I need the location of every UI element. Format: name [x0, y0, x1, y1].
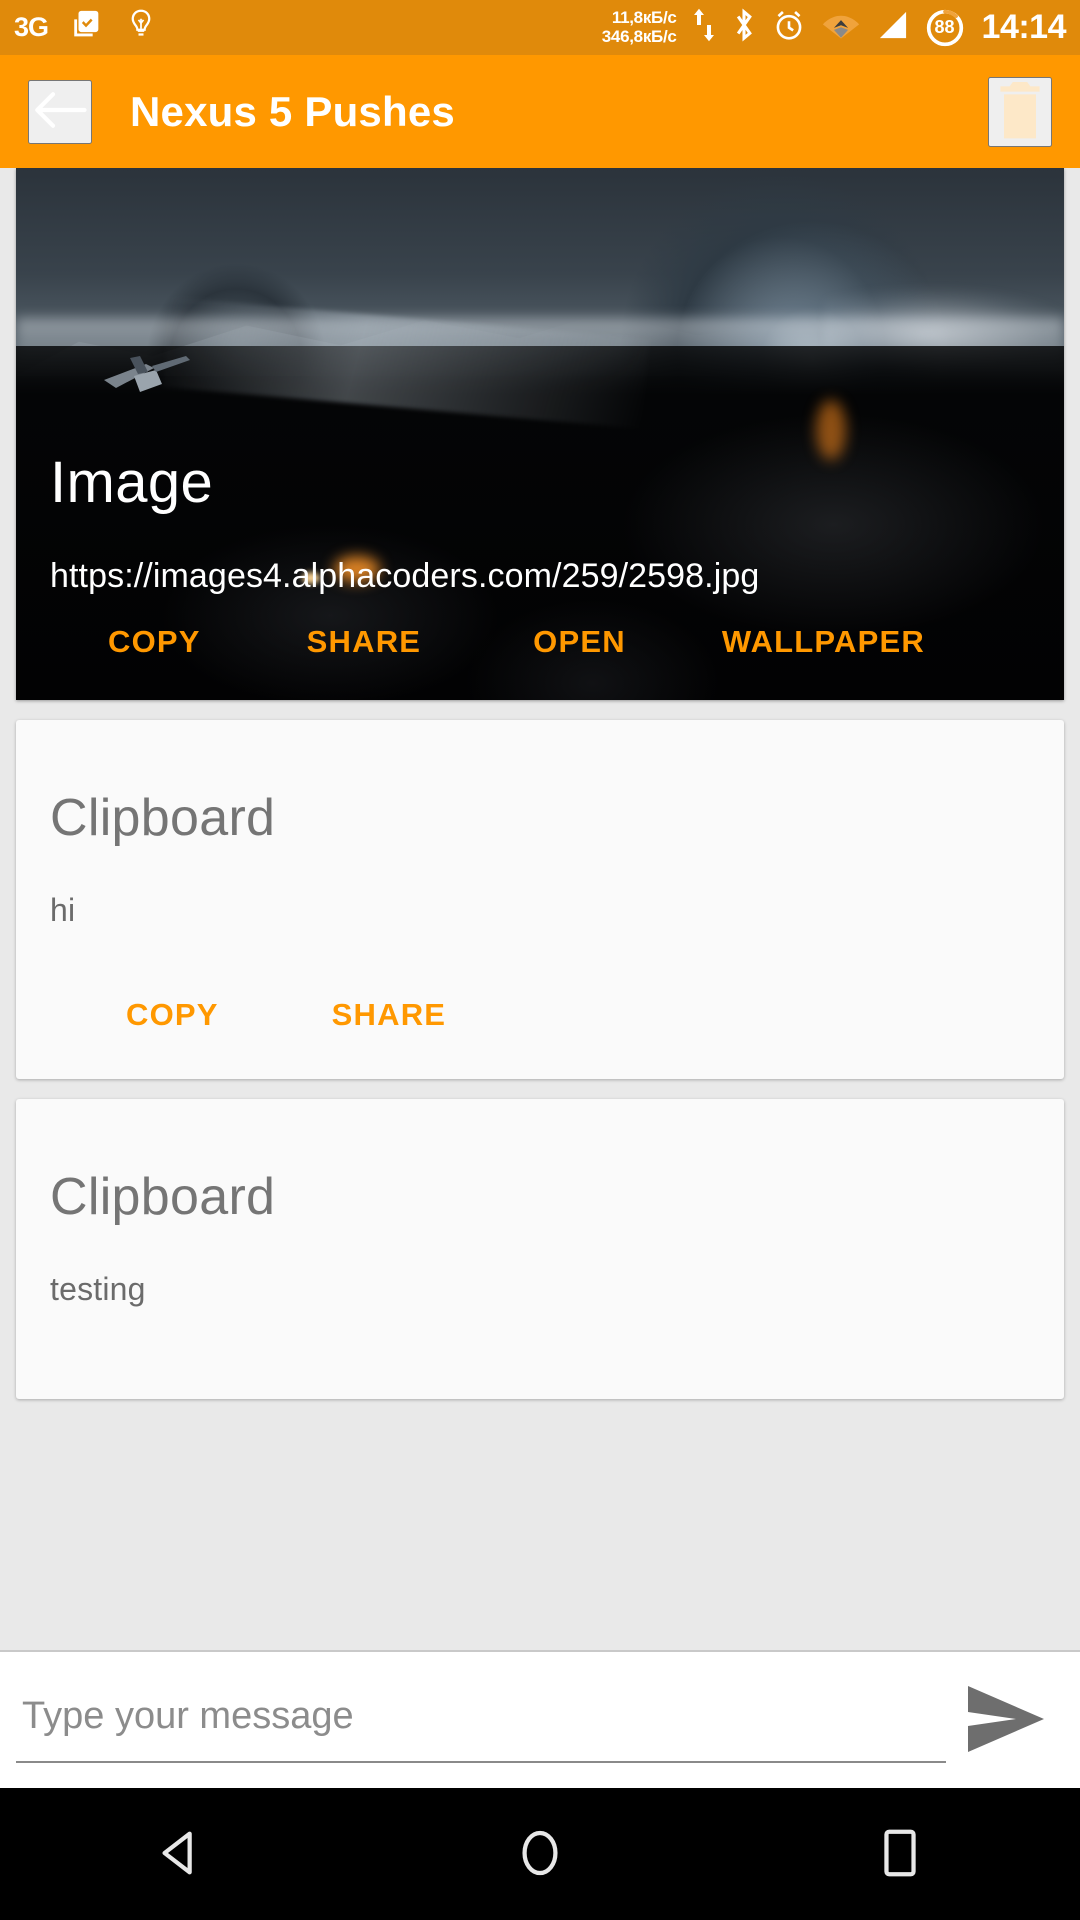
card-title: Clipboard — [50, 1168, 276, 1226]
card-body-text: testing — [50, 1271, 146, 1307]
copy-button[interactable]: COPY — [122, 987, 223, 1043]
share-button[interactable]: SHARE — [303, 614, 426, 670]
cards-scroll-area[interactable]: Image https://images4.alphacoders.com/25… — [0, 168, 1080, 1718]
signal-icon — [875, 9, 911, 46]
card-body-text: hi — [50, 892, 76, 928]
nav-home-button[interactable] — [465, 1788, 615, 1920]
status-bar: 3G 11,8кБ/с 346,8кБ/с 88 14:14 — [0, 0, 1080, 55]
network-speed-indicator: 11,8кБ/с 346,8кБ/с — [601, 8, 677, 46]
alarm-icon — [771, 6, 807, 49]
clipboard-push-card[interactable]: Clipboard testing — [16, 1099, 1064, 1399]
card-title: Clipboard — [50, 789, 276, 847]
ember-glow — [816, 400, 846, 460]
clipboard-card-actions: COPY SHARE — [50, 929, 1030, 1079]
square-recents-icon — [876, 1824, 924, 1885]
spaceship-silhouette — [94, 350, 214, 402]
message-input-bar — [0, 1650, 1080, 1788]
clock: 14:14 — [981, 8, 1067, 46]
download-speed: 346,8кБ/с — [601, 26, 677, 46]
status-bar-left-icons: 3G — [14, 8, 156, 47]
trash-icon — [994, 78, 1046, 145]
android-navigation-bar — [0, 1788, 1080, 1920]
circle-home-icon — [513, 1824, 567, 1885]
open-button[interactable]: OPEN — [529, 614, 630, 670]
triangle-back-icon — [153, 1826, 207, 1883]
card-url: https://images4.alphacoders.com/259/2598… — [50, 557, 760, 595]
nav-recents-button[interactable] — [825, 1788, 975, 1920]
lightbulb-icon — [126, 8, 156, 47]
share-button[interactable]: SHARE — [328, 987, 451, 1043]
send-button[interactable] — [946, 1670, 1066, 1770]
image-card-actions: COPY SHARE OPEN WALLPAPER — [16, 614, 1064, 670]
data-transfer-arrows-icon — [691, 5, 717, 50]
network-type-indicator: 3G — [14, 12, 49, 42]
upload-speed: 11,8кБ/с — [611, 8, 677, 28]
bluetooth-icon — [731, 6, 757, 49]
app-bar: Nexus 5 Pushes — [0, 55, 1080, 168]
image-push-card[interactable]: Image https://images4.alphacoders.com/25… — [16, 168, 1064, 700]
page-title: Nexus 5 Pushes — [130, 87, 455, 135]
message-input[interactable] — [16, 1677, 946, 1763]
back-button[interactable] — [28, 79, 92, 144]
battery-indicator: 88 — [925, 8, 965, 48]
delete-button[interactable] — [988, 76, 1052, 147]
nav-back-button[interactable] — [105, 1788, 255, 1920]
arrow-left-icon — [32, 88, 88, 135]
copy-button[interactable]: COPY — [104, 614, 205, 670]
send-icon — [964, 1682, 1048, 1759]
wallpaper-button[interactable]: WALLPAPER — [718, 614, 929, 670]
card-title: Image — [50, 450, 214, 515]
wifi-icon — [821, 8, 861, 47]
clipboard-check-icon — [70, 8, 104, 47]
clipboard-push-card[interactable]: Clipboard hi COPY SHARE — [16, 720, 1064, 1079]
status-bar-right-icons: 11,8кБ/с 346,8кБ/с 88 14:14 — [601, 5, 1067, 50]
battery-percentage: 88 — [934, 17, 955, 37]
